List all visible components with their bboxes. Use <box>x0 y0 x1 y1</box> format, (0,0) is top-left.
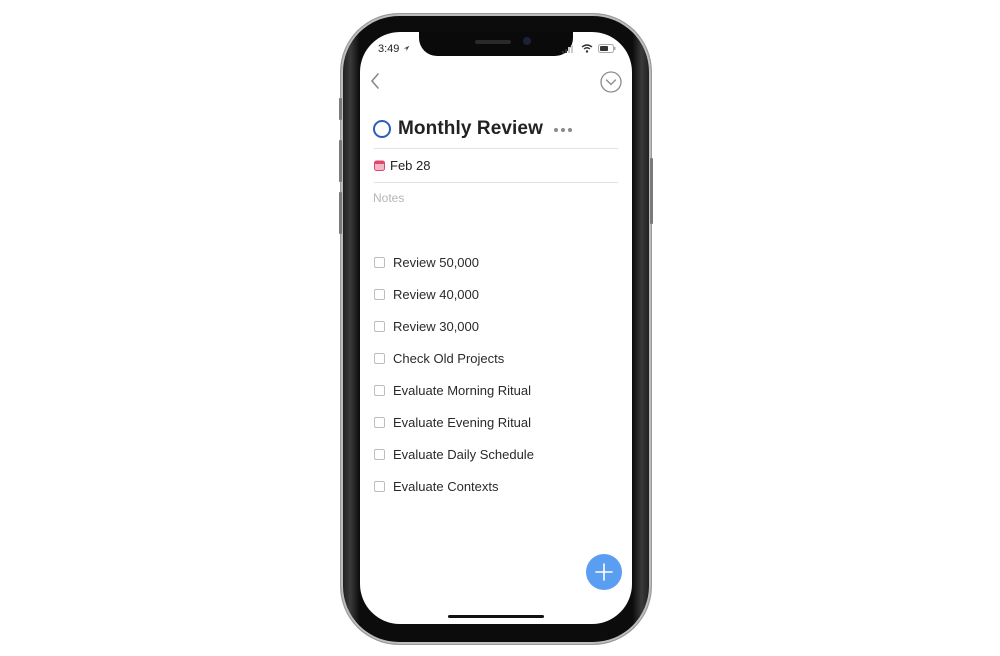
home-indicator[interactable] <box>448 615 544 618</box>
plus-icon <box>595 563 613 581</box>
checklist-item-label: Review 30,000 <box>393 318 479 334</box>
task-header: Monthly Review <box>373 118 572 140</box>
volume-up-button <box>339 140 342 182</box>
status-time: 3:49 <box>378 43 410 55</box>
checkbox[interactable] <box>374 416 385 428</box>
signal-icon <box>562 44 573 53</box>
due-date-row[interactable]: Feb 28 <box>374 158 430 173</box>
checklist-item[interactable]: Review 40,000 <box>374 278 534 310</box>
app-screen: 3:49 Monthly Review Feb 28 Notes Review … <box>360 32 632 624</box>
checklist-item[interactable]: Evaluate Contexts <box>374 470 534 502</box>
chevron-down-circle-icon <box>600 71 622 93</box>
checkbox[interactable] <box>374 384 385 396</box>
battery-icon <box>598 44 616 53</box>
checklist-item[interactable]: Evaluate Morning Ritual <box>374 374 534 406</box>
checklist-item-label: Evaluate Daily Schedule <box>393 446 534 462</box>
checkbox[interactable] <box>374 480 385 492</box>
checklist-item[interactable]: Review 30,000 <box>374 310 534 342</box>
speaker <box>475 40 511 44</box>
checklist-item[interactable]: Review 50,000 <box>374 246 534 278</box>
collapse-button[interactable] <box>600 71 622 98</box>
checklist-item-label: Evaluate Morning Ritual <box>393 382 532 398</box>
checklist-item-label: Evaluate Evening Ritual <box>393 414 532 430</box>
checkbox[interactable] <box>374 448 385 460</box>
side-button <box>650 158 653 224</box>
checkbox[interactable] <box>374 352 385 364</box>
notes-field[interactable]: Notes <box>373 191 404 205</box>
checklist-item-label: Evaluate Contexts <box>393 478 499 494</box>
due-date: Feb 28 <box>390 158 431 173</box>
checklist-item[interactable]: Evaluate Evening Ritual <box>374 406 534 438</box>
divider <box>374 182 618 183</box>
status-icons <box>562 44 616 53</box>
checklist-item-label: Review 40,000 <box>393 286 479 302</box>
checklist: Review 50,000 Review 40,000 Review 30,00… <box>374 246 534 502</box>
checklist-item[interactable]: Evaluate Daily Schedule <box>374 438 534 470</box>
mute-switch <box>339 98 342 120</box>
add-button[interactable] <box>586 554 622 590</box>
ellipsis-icon[interactable] <box>553 128 572 132</box>
camera <box>523 37 531 45</box>
wifi-icon <box>581 44 593 53</box>
back-button[interactable] <box>370 72 380 95</box>
checklist-item-label: Review 50,000 <box>393 254 479 270</box>
volume-down-button <box>339 192 342 234</box>
task-title[interactable]: Monthly Review <box>398 118 543 140</box>
task-complete-toggle[interactable] <box>373 120 391 138</box>
checklist-item-label: Check Old Projects <box>393 350 505 366</box>
time-text: 3:49 <box>378 43 400 55</box>
calendar-icon <box>374 160 385 171</box>
notch <box>419 32 573 56</box>
divider <box>374 148 618 149</box>
checkbox[interactable] <box>374 288 385 300</box>
checkbox[interactable] <box>374 256 385 268</box>
chevron-left-icon <box>370 73 379 89</box>
checkbox[interactable] <box>374 320 385 332</box>
location-arrow-icon <box>404 45 410 52</box>
checklist-item[interactable]: Check Old Projects <box>374 342 534 374</box>
